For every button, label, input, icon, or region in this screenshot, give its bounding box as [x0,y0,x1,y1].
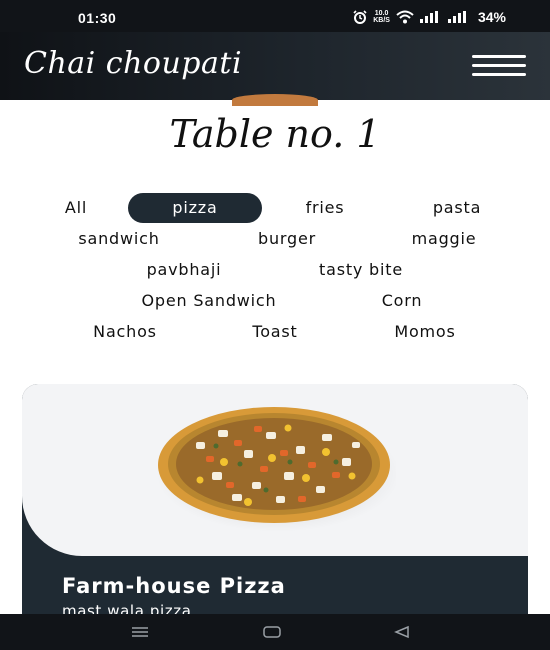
category-chip-momos[interactable]: Momos [368,317,482,347]
category-chip-pasta[interactable]: pasta [410,193,504,223]
product-image-area [22,384,528,556]
category-chip-fries[interactable]: fries [280,193,370,223]
category-chip-pavbhaji[interactable]: pavbhaji [120,255,248,285]
status-time: 01:30 [78,10,117,26]
network-speed: 10.0 KB/S [373,10,390,24]
network-speed-unit: KB/S [373,17,390,24]
menu-line [472,64,526,67]
recent-apps-icon[interactable] [130,624,150,644]
hamburger-menu-icon[interactable] [472,55,526,77]
back-icon[interactable] [392,624,412,644]
category-chip-burger[interactable]: burger [236,224,338,254]
network-speed-value: 10.0 [374,10,389,17]
category-chip-sandwich[interactable]: sandwich [50,224,188,254]
alarm-icon [353,10,367,24]
home-icon[interactable] [262,624,282,644]
category-chip-toast[interactable]: Toast [230,317,320,347]
status-icons: 10.0 KB/S 34% [353,9,506,25]
brand-logo[interactable]: Chai choupati [24,46,242,81]
menu-line [472,55,526,58]
wifi-icon [396,10,414,24]
category-chip-corn[interactable]: Corn [360,286,444,316]
navigation-bar [0,614,550,650]
product-card[interactable]: Farm-house Pizza mast wala pizza [22,384,528,624]
category-chip-nachos[interactable]: Nachos [70,317,180,347]
app-header: Chai choupati [0,32,550,100]
category-chip-pizza[interactable]: pizza [128,193,262,223]
menu-line [472,73,526,76]
signal-icon-2 [447,11,470,23]
pizza-image [156,407,396,532]
table-title: Table no. 1 [169,112,381,156]
status-bar: 01:30 10.0 KB/S 34% [0,0,550,32]
category-chip-all[interactable]: All [46,193,106,223]
header-image-peek [232,94,318,106]
category-chip-tasty-bite[interactable]: tasty bite [294,255,428,285]
category-chip-open-sandwich[interactable]: Open Sandwich [106,286,312,316]
product-title: Farm-house Pizza [62,574,286,598]
battery-level: 34% [477,9,506,25]
category-chip-maggie[interactable]: maggie [388,224,500,254]
signal-icon [419,11,442,23]
